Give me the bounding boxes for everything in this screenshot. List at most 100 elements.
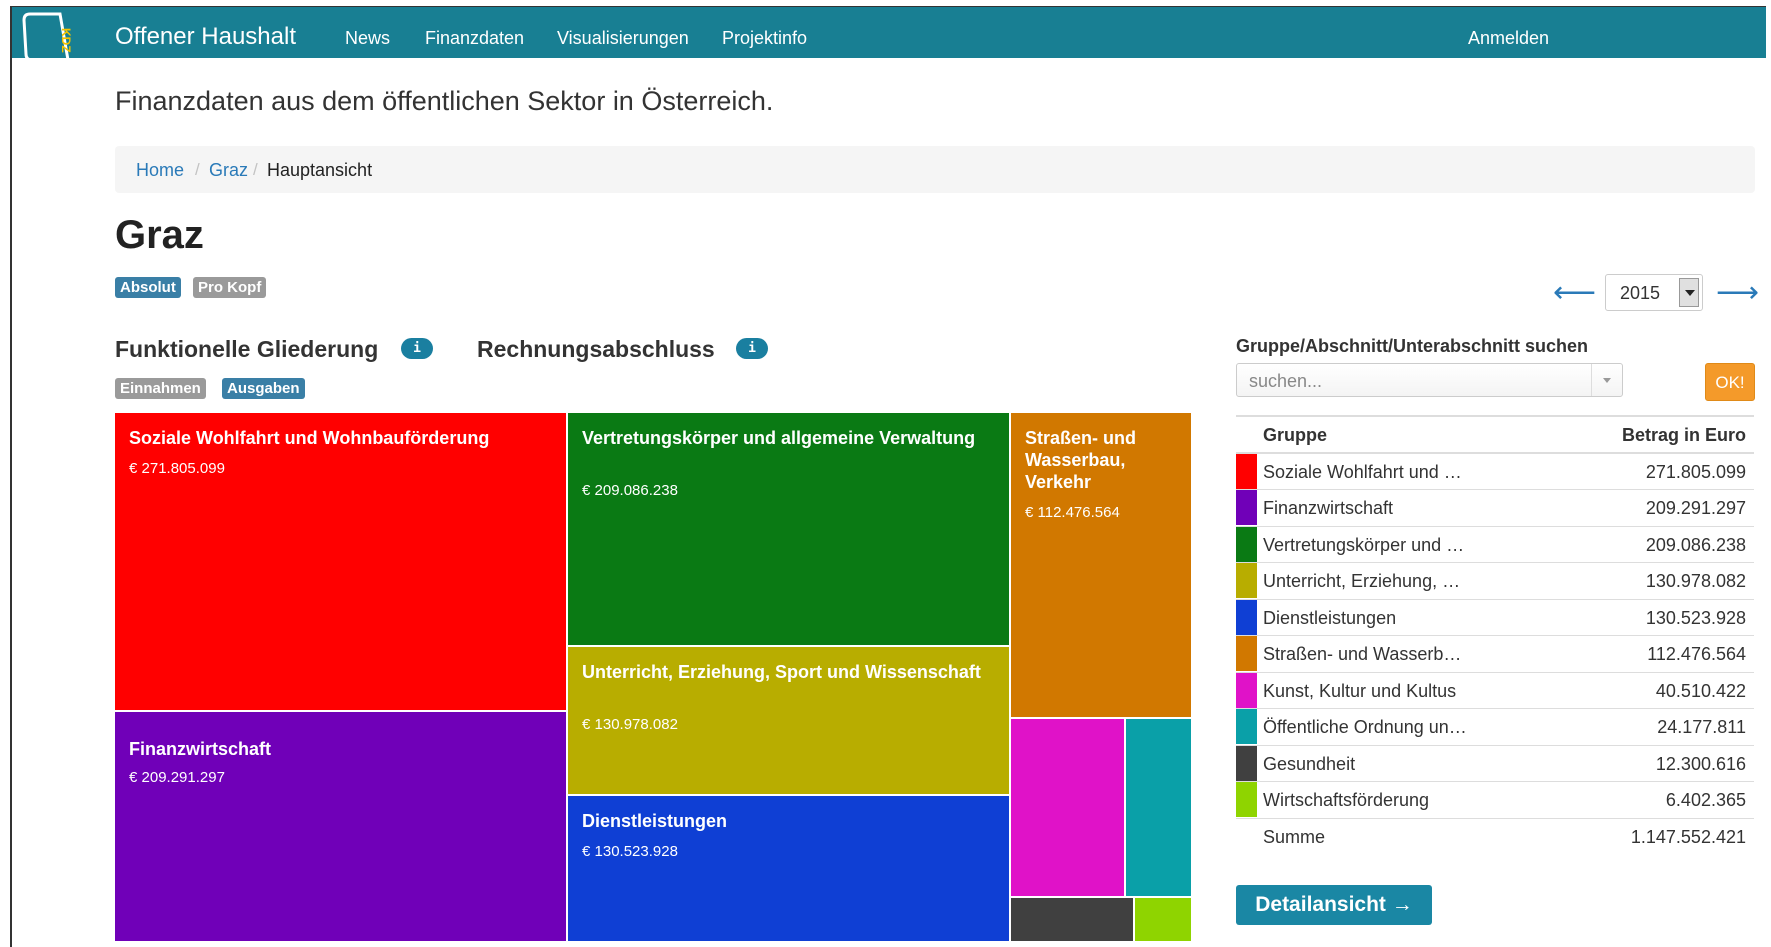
breadcrumb-home[interactable]: Home (136, 160, 184, 181)
treemap-cell[interactable]: Dienstleistungen € 130.523.928 (568, 796, 1011, 943)
info-icon[interactable]: i (401, 338, 433, 359)
nav-link-projektinfo[interactable]: Projektinfo (722, 28, 807, 49)
breadcrumb-current: Hauptansicht (267, 160, 373, 180)
row-amount: 271.805.099 (1645, 461, 1746, 482)
color-swatch (1236, 672, 1257, 708)
column-header-group[interactable]: Gruppe (1263, 425, 1327, 446)
color-swatch (1236, 745, 1257, 781)
table-row[interactable]: Öffentliche Ordnung un… 24.177.811 (1236, 709, 1754, 746)
search-placeholder: suchen... (1249, 371, 1323, 391)
treemap-cell[interactable] (1011, 898, 1135, 943)
row-group: Unterricht, Erziehung, … (1263, 571, 1461, 591)
login-link[interactable]: Anmelden (1468, 28, 1549, 49)
row-amount: 209.086.238 (1645, 534, 1746, 555)
detail-view-button[interactable]: Detailansicht → (1236, 885, 1432, 925)
page-tagline: Finanzdaten aus dem öffentlichen Sektor … (115, 86, 774, 116)
color-swatch (1236, 490, 1257, 525)
treemap-cell-name: Dienstleistungen (582, 811, 728, 831)
table-row[interactable]: Finanzwirtschaft 209.291.297 (1236, 490, 1754, 527)
treemap-cell[interactable]: Unterricht, Erziehung, Sport und Wissens… (568, 647, 1011, 796)
info-icon[interactable]: i (736, 338, 768, 359)
row-amount: 40.510.422 (1655, 680, 1746, 701)
treemap-chart: Soziale Wohlfahrt und Wohnbauförderung €… (115, 413, 1193, 943)
treemap-cell[interactable]: Straßen- und Wasserbau, Verkehr € 112.47… (1011, 413, 1193, 719)
row-group: Kunst, Kultur und Kultus (1263, 680, 1457, 701)
nav-link-news[interactable]: News (345, 28, 390, 49)
row-group: Straßen- und Wasserb… (1263, 644, 1462, 664)
row-amount: 209.291.297 (1645, 498, 1746, 518)
row-group: Vertretungskörper und … (1263, 534, 1465, 555)
row-group: Gesundheit (1263, 753, 1356, 774)
row-amount: 24.177.811 (1657, 717, 1746, 737)
per-capita-toggle[interactable]: Pro Kopf (193, 277, 267, 298)
row-amount: 6.402.365 (1665, 790, 1746, 810)
table-row[interactable]: Vertretungskörper und … 209.086.238 (1236, 526, 1754, 563)
treemap-cell[interactable] (1135, 898, 1193, 943)
search-label: Gruppe/Abschnitt/Unterabschnitt suchen (1236, 336, 1589, 356)
treemap-cell-name: Straßen- und Wasserbau, Verkehr (1025, 428, 1136, 492)
top-navbar: KDZ Offener Haushalt News Finanzdaten Vi… (12, 7, 1766, 60)
group-table: Gruppe Betrag in Euro Soziale Wohlfahrt … (1236, 415, 1754, 855)
row-amount: 130.523.928 (1645, 607, 1746, 628)
chevron-down-icon[interactable] (1591, 364, 1622, 396)
table-sum-row: Summe 1.147.552.421 (1236, 819, 1754, 856)
treemap-cell-name: Unterricht, Erziehung, Sport und Wissens… (582, 662, 981, 682)
color-swatch (1236, 636, 1257, 671)
table-row[interactable]: Gesundheit 12.300.616 (1236, 745, 1754, 782)
color-swatch (1236, 453, 1257, 489)
color-swatch (1236, 709, 1257, 744)
row-group: Finanzwirtschaft (1263, 498, 1394, 518)
income-toggle[interactable]: Einnahmen (115, 378, 206, 399)
treemap-cell[interactable] (1126, 719, 1193, 898)
breadcrumb-separator: / (253, 160, 258, 179)
brand-title[interactable]: Offener Haushalt (115, 23, 296, 51)
treemap-cell[interactable]: Vertretungskörper und allgemeine Verwalt… (568, 413, 1011, 647)
treemap-cell-name: Finanzwirtschaft (129, 739, 272, 759)
row-amount: 12.300.616 (1655, 753, 1746, 774)
section-functional-title[interactable]: Funktionelle Gliederung (115, 336, 378, 363)
row-amount: 130.978.082 (1645, 571, 1746, 591)
color-swatch (1236, 526, 1257, 562)
treemap-cell-amount: € 271.805.099 (129, 460, 225, 477)
table-row[interactable]: Wirtschaftsförderung 6.402.365 (1236, 782, 1754, 819)
nav-link-visualisierungen[interactable]: Visualisierungen (557, 28, 689, 49)
absolute-toggle[interactable]: Absolut (115, 277, 181, 298)
treemap-cell-amount: € 112.476.564 (1025, 504, 1120, 521)
year-select[interactable]: 2015 (1605, 274, 1703, 311)
year-value: 2015 (1620, 283, 1661, 303)
treemap-cell-amount: € 209.291.297 (129, 769, 225, 786)
color-swatch (1236, 563, 1257, 598)
sum-label: Summe (1263, 826, 1326, 847)
breadcrumb: Home / Graz / Hauptansicht (115, 146, 1755, 193)
kdz-logo[interactable]: KDZ (18, 10, 88, 60)
column-header-amount[interactable]: Betrag in Euro (1622, 425, 1746, 446)
breadcrumb-separator: / (195, 160, 200, 179)
row-group: Öffentliche Ordnung un… (1263, 717, 1467, 737)
expenses-toggle[interactable]: Ausgaben (222, 378, 305, 399)
table-row[interactable]: Unterricht, Erziehung, … 130.978.082 (1236, 563, 1754, 600)
treemap-cell[interactable]: Finanzwirtschaft € 209.291.297 (115, 712, 568, 943)
section-accounts-title[interactable]: Rechnungsabschluss (477, 336, 715, 363)
table-header: Gruppe Betrag in Euro (1236, 417, 1754, 454)
treemap-cell-amount: € 130.523.928 (582, 843, 678, 860)
row-group: Soziale Wohlfahrt und … (1263, 461, 1462, 482)
treemap-cell-name: Soziale Wohlfahrt und Wohnbauförderung (129, 428, 490, 448)
logo-text: KDZ (59, 28, 73, 53)
search-input[interactable]: suchen... (1236, 363, 1623, 397)
nav-link-finanzdaten[interactable]: Finanzdaten (425, 28, 524, 49)
table-row[interactable]: Straßen- und Wasserb… 112.476.564 (1236, 636, 1754, 673)
chevron-down-icon[interactable] (1679, 278, 1699, 307)
row-group: Dienstleistungen (1263, 607, 1397, 628)
treemap-cell[interactable]: Soziale Wohlfahrt und Wohnbauförderung €… (115, 413, 568, 712)
page-title: Graz (115, 213, 204, 257)
table-row[interactable]: Soziale Wohlfahrt und … 271.805.099 (1236, 453, 1754, 490)
table-row[interactable]: Dienstleistungen 130.523.928 (1236, 599, 1754, 636)
treemap-cell-name: Vertretungskörper und allgemeine Verwalt… (582, 428, 976, 448)
table-row[interactable]: Kunst, Kultur und Kultus 40.510.422 (1236, 672, 1754, 709)
color-swatch (1236, 599, 1257, 635)
breadcrumb-city[interactable]: Graz (209, 160, 248, 181)
next-year-arrow-icon[interactable]: ⟶ (1716, 275, 1759, 310)
prev-year-arrow-icon[interactable]: ⟵ (1553, 275, 1596, 310)
ok-button[interactable]: OK! (1705, 363, 1755, 401)
treemap-cell[interactable] (1011, 719, 1126, 898)
